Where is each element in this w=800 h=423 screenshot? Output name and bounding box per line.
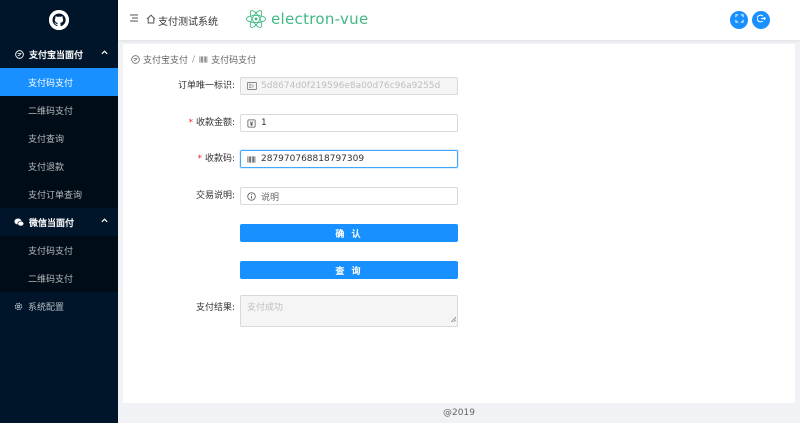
sidebar: 支付宝当面付 支付码支付 二维码支付 支付查询 支付退款 支付订单查询 微信当面… xyxy=(0,0,118,423)
menu-group-label: 微信当面付 xyxy=(29,218,75,229)
order-id-field[interactable]: 5d8674d0f219596e8a00d76c96a9255d xyxy=(240,77,458,95)
alipay-icon xyxy=(131,55,140,64)
description-label: 交易说明: xyxy=(195,191,235,201)
breadcrumb-item[interactable]: 支付宝支付 xyxy=(143,53,188,66)
breadcrumb-item: 支付码支付 xyxy=(211,56,257,66)
result-value: 支付成功 xyxy=(247,303,284,313)
query-button[interactable]: 查 询 xyxy=(240,261,458,279)
github-logo-icon[interactable] xyxy=(49,10,69,30)
chevron-up-icon xyxy=(101,217,108,227)
submenu-wechat: 支付码支付 二维码支付 xyxy=(0,236,118,292)
wechat-icon xyxy=(14,217,24,227)
sidebar-item-alipay-refund[interactable]: 支付退款 xyxy=(0,152,118,180)
order-id-value: 5d8674d0f219596e8a00d76c96a9255d xyxy=(261,81,441,91)
fullscreen-icon xyxy=(734,14,744,26)
sidebar-item-wechat-barcode-pay[interactable]: 支付码支付 xyxy=(0,236,118,264)
sidebar-item-label: 支付退款 xyxy=(28,162,65,173)
sidebar-item-alipay-order-query[interactable]: 支付订单查询 xyxy=(0,180,118,208)
header: 支付测试系统 electron-vue xyxy=(118,0,800,40)
sidebar-item-settings[interactable]: 系统配置 xyxy=(0,292,118,320)
money-icon xyxy=(247,118,257,128)
sidebar-item-label: 支付订单查询 xyxy=(28,190,83,201)
description-placeholder: 说明 xyxy=(261,192,280,203)
menu-group-wechat[interactable]: 微信当面付 xyxy=(0,208,118,236)
description-field[interactable]: 说明 xyxy=(240,187,458,205)
confirm-button[interactable]: 确 认 xyxy=(240,224,458,242)
amount-label: * 收款金额: xyxy=(188,118,235,128)
result-label: 支付结果: xyxy=(195,303,235,313)
sidebar-item-label: 支付查询 xyxy=(28,134,65,145)
sidebar-item-wechat-qrcode-pay[interactable]: 二维码支付 xyxy=(0,264,118,292)
app-title: 支付测试系统 xyxy=(158,17,218,28)
logout-button[interactable] xyxy=(752,11,770,29)
amount-value: 1 xyxy=(261,118,267,128)
barcode-icon xyxy=(247,155,257,164)
footer: @2019 xyxy=(443,408,475,418)
result-textarea[interactable]: 支付成功 xyxy=(240,295,458,327)
main-content: 支付宝支付 / 支付码支付 订单唯一标识: 5d8674d0f219596e8a… xyxy=(123,44,795,403)
barcode-icon xyxy=(199,55,208,64)
sidebar-item-label: 系统配置 xyxy=(28,302,65,313)
sidebar-item-alipay-qrcode-pay[interactable]: 二维码支付 xyxy=(0,96,118,124)
sidebar-item-label: 二维码支付 xyxy=(28,274,74,285)
menu-group-alipay[interactable]: 支付宝当面付 xyxy=(0,40,118,68)
sidebar-item-label: 二维码支付 xyxy=(28,106,74,117)
breadcrumb-separator: / xyxy=(192,54,196,65)
auth-code-field[interactable]: 287970768818797309 xyxy=(240,150,458,168)
auth-code-value: 287970768818797309 xyxy=(261,154,365,164)
logout-icon xyxy=(756,14,766,26)
sidebar-item-label: 支付码支付 xyxy=(28,246,74,257)
sidebar-item-alipay-barcode-pay[interactable]: 支付码支付 xyxy=(0,68,118,96)
electron-logo-icon xyxy=(246,10,266,28)
brand-text: electron-vue xyxy=(271,10,369,28)
brand-logo: electron-vue xyxy=(245,8,369,30)
submenu-alipay: 支付码支付 二维码支付 支付查询 支付退款 支付订单查询 xyxy=(0,68,118,208)
sidebar-item-label: 支付码支付 xyxy=(28,78,74,89)
fullscreen-button[interactable] xyxy=(730,11,748,29)
auth-code-label: * 收款码: xyxy=(197,154,235,164)
menu-fold-icon[interactable] xyxy=(130,14,138,22)
logo-area xyxy=(0,0,118,40)
menu-group-label: 支付宝当面付 xyxy=(29,50,84,61)
sidebar-item-alipay-query[interactable]: 支付查询 xyxy=(0,124,118,152)
gear-icon xyxy=(14,302,23,311)
id-card-icon xyxy=(247,82,257,90)
chevron-up-icon xyxy=(101,49,108,59)
breadcrumb: 支付宝支付 / 支付码支付 xyxy=(131,53,256,66)
resize-handle-icon[interactable] xyxy=(450,315,457,325)
home-icon[interactable] xyxy=(146,14,156,27)
amount-field[interactable]: 1 xyxy=(240,114,458,132)
info-circle-icon xyxy=(247,191,257,201)
alipay-icon xyxy=(14,49,24,59)
order-id-label: 订单唯一标识: xyxy=(177,81,235,91)
